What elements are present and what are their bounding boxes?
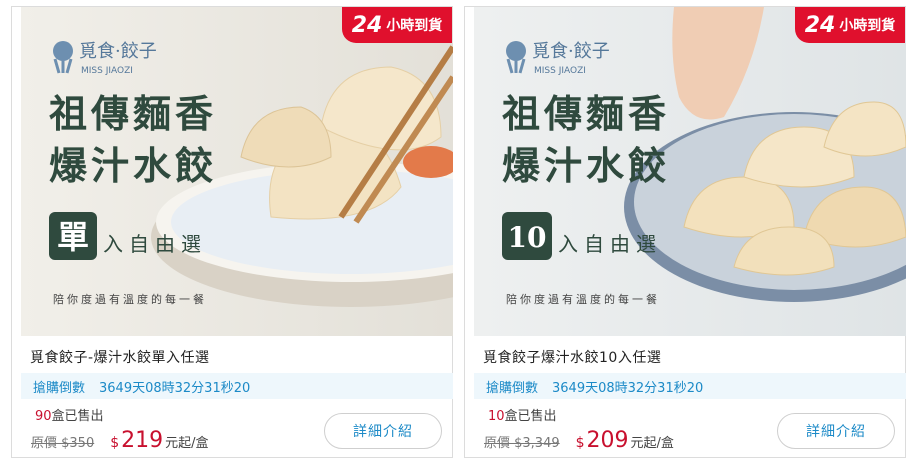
countdown-bar: 搶購倒數 3649天08時32分31秒20 [21, 373, 453, 399]
price-row: 原價 $3,349 $ 209 元起/盒 [484, 428, 674, 453]
svg-text:入自由選: 入自由選 [558, 232, 662, 256]
details-button[interactable]: 詳細介紹 [324, 413, 442, 449]
svg-text:MISS JIAOZI: MISS JIAOZI [81, 66, 133, 76]
original-price: 原價 $350 [31, 436, 95, 451]
countdown-label: 搶購倒數 [486, 380, 539, 396]
product-card[interactable]: 覓食·餃子 MISS JIAOZI 祖傳麵香 爆汁水餃 單 入自由選 陪你度過有… [11, 6, 453, 458]
countdown-bar: 搶購倒數 3649天08時32分31秒20 [474, 373, 906, 399]
product-title[interactable]: 覓食餃子-爆汁水餃單入任選 [30, 347, 210, 367]
svg-text:爆汁水餃: 爆汁水餃 [502, 143, 670, 188]
countdown-value: 3649天08時32分31秒20 [99, 380, 251, 396]
svg-text:陪你度過有溫度的每一餐: 陪你度過有溫度的每一餐 [506, 292, 660, 306]
sold-count: 10盒已售出 [488, 409, 557, 424]
product-banner-image[interactable]: 覓食·餃子 MISS JIAOZI 祖傳麵香 爆汁水餃 單 入自由選 陪你度過有… [21, 7, 453, 336]
svg-text:10: 10 [508, 221, 547, 254]
svg-text:爆汁水餃: 爆汁水餃 [49, 143, 217, 188]
details-button[interactable]: 詳細介紹 [777, 413, 895, 449]
original-price: 原價 $3,349 [484, 436, 560, 451]
svg-text:單: 單 [57, 218, 89, 256]
delivery-badge: 24 小時到貨 [342, 7, 452, 43]
sale-price: 219 [121, 428, 164, 453]
svg-text:MISS JIAOZI: MISS JIAOZI [534, 66, 586, 76]
svg-text:祖傳麵香: 祖傳麵香 [49, 91, 217, 136]
sale-price: 209 [586, 428, 629, 453]
svg-text:入自由選: 入自由選 [103, 232, 207, 256]
countdown-label: 搶購倒數 [33, 380, 86, 396]
product-banner-image[interactable]: 覓食·餃子 MISS JIAOZI 祖傳麵香 爆汁水餃 10 入自由選 陪你度過… [474, 7, 906, 336]
svg-text:祖傳麵香: 祖傳麵香 [502, 91, 670, 136]
delivery-badge: 24 小時到貨 [795, 7, 905, 43]
product-card[interactable]: 覓食·餃子 MISS JIAOZI 祖傳麵香 爆汁水餃 10 入自由選 陪你度過… [464, 6, 906, 458]
product-title[interactable]: 覓食餃子爆汁水餃10入任選 [483, 347, 661, 367]
svg-text:覓食·餃子: 覓食·餃子 [532, 41, 610, 62]
sold-count: 90盒已售出 [35, 409, 104, 424]
logo-text: 覓食·餃子 [79, 41, 157, 62]
price-row: 原價 $350 $ 219 元起/盒 [31, 428, 209, 453]
svg-text:陪你度過有溫度的每一餐: 陪你度過有溫度的每一餐 [53, 292, 207, 306]
countdown-value: 3649天08時32分31秒20 [552, 380, 704, 396]
